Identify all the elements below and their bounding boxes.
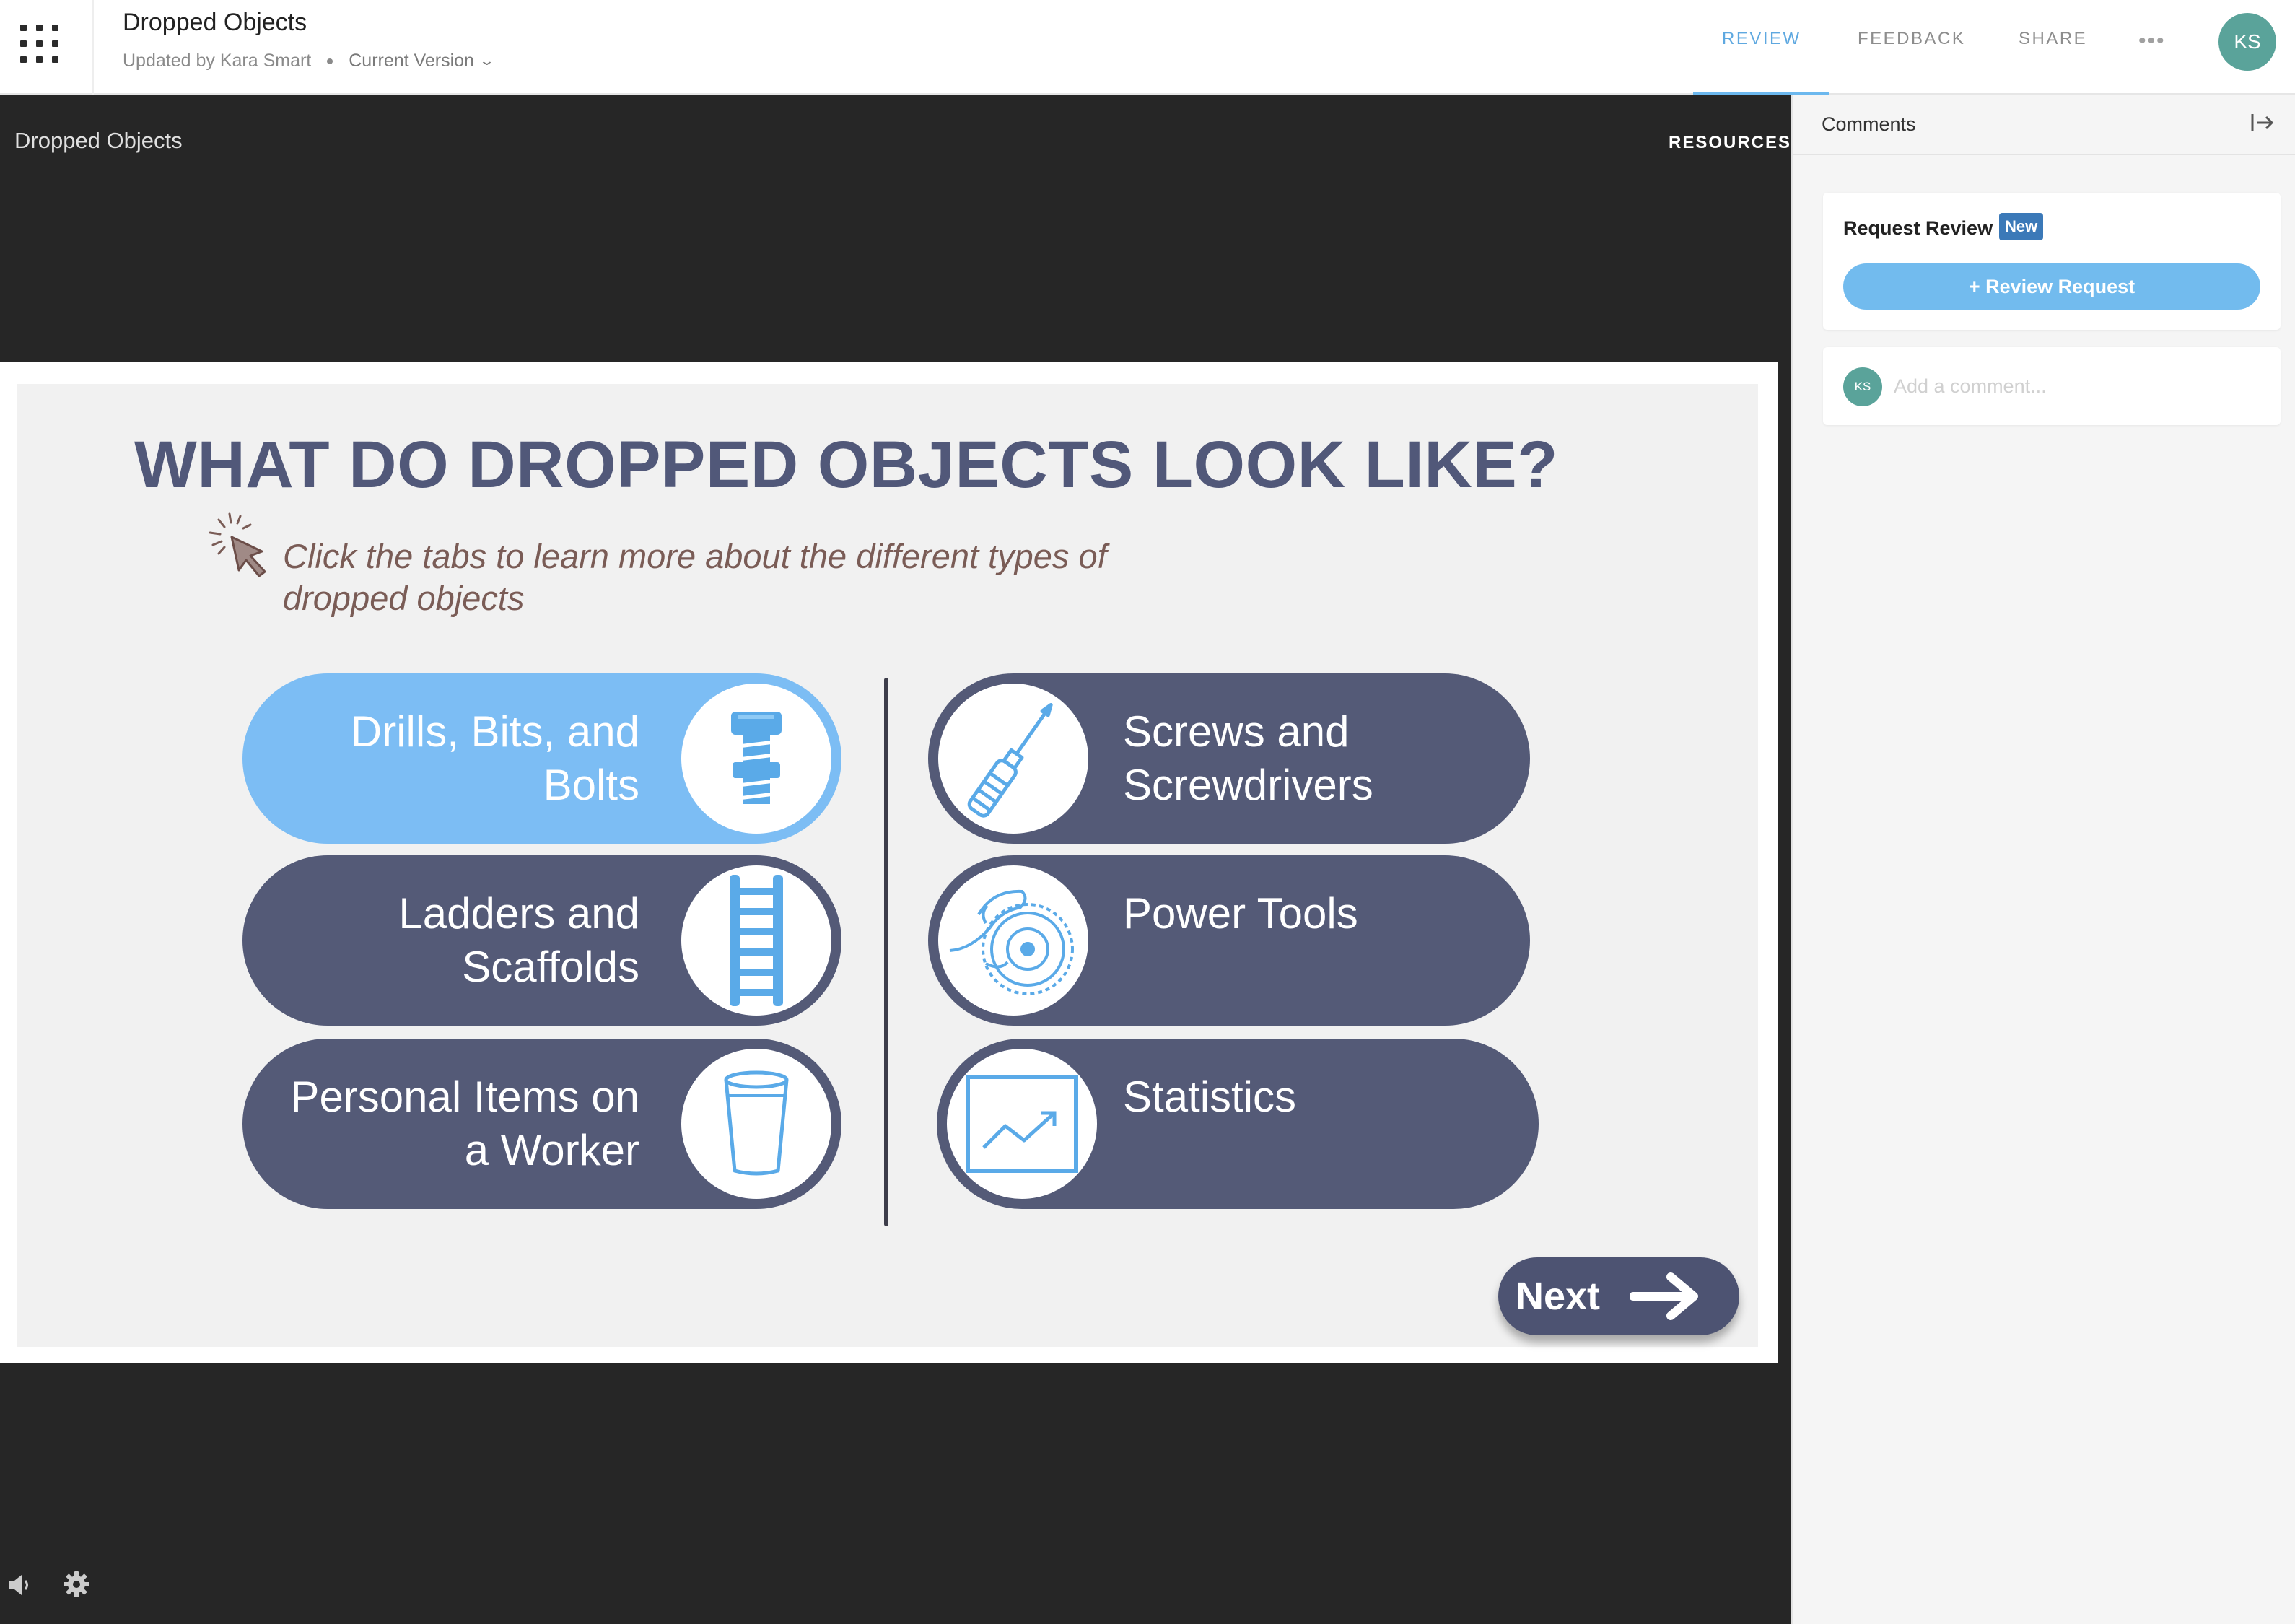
app-grid-icon[interactable] (17, 22, 61, 65)
tab-label: Statistics (1123, 1073, 1297, 1121)
tab-ladders-scaffolds[interactable]: Ladders and Scaffolds (242, 855, 842, 1026)
header-divider (92, 0, 94, 95)
tabs-divider (884, 678, 888, 1226)
request-review-title: Request Review (1843, 217, 1993, 239)
ladder-icon (681, 865, 831, 1016)
updated-by-text: Updated by Kara Smart (123, 51, 312, 71)
tab-feedback[interactable]: FEEDBACK (1858, 29, 1965, 49)
tab-drills-bits-bolts[interactable]: Drills, Bits, and Bolts (242, 673, 842, 844)
player-area: Dropped Objects RESOURCES WHAT DO DROPPE… (0, 95, 1791, 1624)
more-options-icon[interactable]: ••• (2138, 29, 2166, 53)
comments-panel: Comments Request Review New + Review Req… (1791, 95, 2295, 1624)
tab-statistics[interactable]: Statistics (937, 1039, 1539, 1209)
arrow-right-icon (1630, 1272, 1699, 1320)
new-badge: New (1999, 213, 2044, 240)
settings-gear-icon[interactable] (62, 1570, 91, 1599)
document-meta: Updated by Kara Smart Current Version ⌄ (123, 51, 495, 71)
next-button[interactable]: Next (1498, 1257, 1739, 1335)
resources-button[interactable]: RESOURCES (1669, 133, 1791, 153)
tab-label: Ladders and Scaffolds (398, 889, 639, 991)
player-title: Dropped Objects (14, 128, 183, 153)
tab-label: Power Tools (1123, 889, 1358, 938)
bolt-icon (681, 684, 831, 834)
click-cursor-icon (209, 512, 266, 577)
screwdriver-icon (938, 684, 1088, 834)
tab-label: Personal Items on a Worker (290, 1073, 639, 1174)
volume-icon[interactable] (6, 1572, 35, 1598)
version-label: Current Version (349, 51, 474, 71)
tab-label: Screws and Screwdrivers (1123, 707, 1373, 809)
version-dropdown[interactable]: Current Version ⌄ (349, 51, 495, 71)
comment-input[interactable] (1894, 366, 2255, 406)
circular-saw-icon (938, 865, 1088, 1016)
tab-review[interactable]: REVIEW (1722, 29, 1801, 49)
commenter-avatar: KS (1843, 367, 1882, 406)
next-label: Next (1516, 1275, 1601, 1318)
tab-personal-items[interactable]: Personal Items on a Worker (242, 1039, 842, 1209)
collapse-panel-icon[interactable] (2250, 112, 2275, 134)
tab-screws-screwdrivers[interactable]: Screws and Screwdrivers (928, 673, 1530, 844)
cup-icon (681, 1049, 831, 1199)
trend-chart-icon (947, 1049, 1097, 1199)
tab-label: Drills, Bits, and Bolts (350, 707, 639, 809)
user-avatar[interactable]: KS (2218, 13, 2276, 71)
document-title: Dropped Objects (123, 9, 307, 36)
comments-title: Comments (1822, 113, 1916, 135)
meta-separator (327, 58, 333, 64)
tab-share[interactable]: SHARE (2019, 29, 2087, 49)
slide-frame: WHAT DO DROPPED OBJECTS LOOK LIKE? Click… (0, 362, 1778, 1363)
comments-header: Comments (1793, 95, 2295, 155)
slide-heading: WHAT DO DROPPED OBJECTS LOOK LIKE? (134, 428, 1558, 502)
slide: WHAT DO DROPPED OBJECTS LOOK LIKE? Click… (17, 384, 1758, 1347)
slide-instruction: Click the tabs to learn more about the d… (283, 537, 1107, 617)
top-header: Dropped Objects Updated by Kara Smart Cu… (0, 0, 2295, 95)
review-request-button[interactable]: + Review Request (1843, 263, 2260, 310)
tab-power-tools[interactable]: Power Tools (928, 855, 1530, 1026)
chevron-down-icon: ⌄ (478, 53, 495, 68)
comment-composer: KS (1823, 347, 2281, 425)
request-review-card: Request Review New + Review Request (1823, 193, 2281, 330)
